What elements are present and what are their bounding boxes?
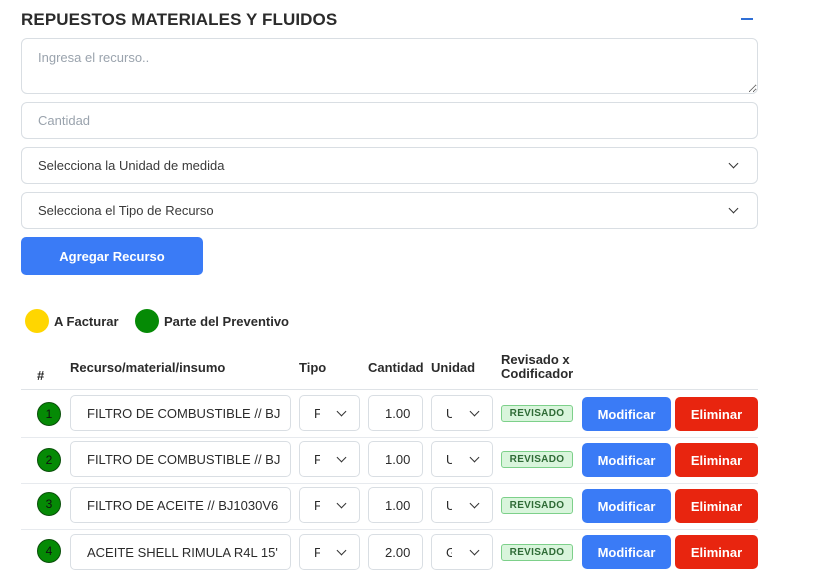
status-badge: REVISADO xyxy=(501,544,573,561)
type-value: F xyxy=(314,406,320,421)
table-row: 3 FILTRO DE ACEITE // BJ1030V6 F 1.00 U … xyxy=(0,482,813,528)
row-number-badge: 1 xyxy=(37,402,61,426)
table-header-reviewed-line1: Revisado x xyxy=(501,352,570,367)
chevron-down-icon xyxy=(728,203,739,214)
row-number-badge: 2 xyxy=(37,448,61,472)
table-header-resource: Recurso/material/insumo xyxy=(70,360,226,375)
add-resource-button[interactable]: Agregar Recurso xyxy=(21,237,203,275)
chevron-down-icon xyxy=(728,158,739,169)
table-header-num: # xyxy=(37,368,45,383)
table-header-reviewed: Revisado x Codificador xyxy=(501,353,573,381)
legend-to-invoice: A Facturar xyxy=(25,309,119,333)
unit-value: U xyxy=(446,498,452,513)
table-header-type: Tipo xyxy=(299,360,327,375)
resource-field[interactable]: FILTRO DE COMBUSTIBLE // BJ xyxy=(70,395,291,431)
chevron-down-icon xyxy=(336,406,347,416)
modify-button[interactable]: Modificar xyxy=(582,443,671,477)
delete-button[interactable]: Eliminar xyxy=(675,443,758,477)
green-dot-icon xyxy=(135,309,159,333)
status-badge: REVISADO xyxy=(501,451,573,468)
status-badge: REVISADO xyxy=(501,405,573,422)
chevron-down-icon xyxy=(469,498,480,508)
chevron-down-icon xyxy=(336,545,347,555)
type-select[interactable]: F xyxy=(299,441,360,477)
chevron-down-icon xyxy=(336,498,347,508)
unit-select[interactable]: U xyxy=(431,487,493,523)
table-header-unit: Unidad xyxy=(431,360,476,375)
modify-button[interactable]: Modificar xyxy=(582,535,671,569)
chevron-down-icon xyxy=(469,452,480,462)
legend-label: A Facturar xyxy=(54,313,119,329)
resource-field[interactable]: ACEITE SHELL RIMULA R4L 15' xyxy=(70,534,291,570)
chevron-down-icon xyxy=(469,545,480,555)
quantity-field[interactable]: 1.00 xyxy=(368,441,423,477)
type-select[interactable]: Selecciona el Tipo de Recurso xyxy=(21,192,758,229)
unit-select[interactable]: U xyxy=(431,395,493,431)
chevron-down-icon xyxy=(336,452,347,462)
unit-select-value: Selecciona la Unidad de medida xyxy=(38,158,225,173)
row-number-badge: 3 xyxy=(37,492,61,516)
delete-button[interactable]: Eliminar xyxy=(675,535,758,569)
modify-button[interactable]: Modificar xyxy=(582,489,671,523)
type-select-value: Selecciona el Tipo de Recurso xyxy=(38,203,214,218)
status-badge: REVISADO xyxy=(501,497,573,514)
unit-select[interactable]: Selecciona la Unidad de medida xyxy=(21,147,758,184)
delete-button[interactable]: Eliminar xyxy=(675,489,758,523)
type-select[interactable]: F xyxy=(299,534,360,570)
type-select[interactable]: F xyxy=(299,487,360,523)
table-header-quantity: Cantidad xyxy=(368,360,424,375)
unit-value: G xyxy=(446,545,452,560)
resource-field[interactable]: FILTRO DE COMBUSTIBLE // BJ xyxy=(70,441,291,477)
legend-preventive: Parte del Preventivo xyxy=(135,309,289,333)
modify-button[interactable]: Modificar xyxy=(582,397,671,431)
unit-select[interactable]: G xyxy=(431,534,493,570)
type-select[interactable]: F xyxy=(299,395,360,431)
unit-select[interactable]: U xyxy=(431,441,493,477)
unit-value: U xyxy=(446,406,452,421)
type-value: F xyxy=(314,498,320,513)
resource-field[interactable]: FILTRO DE ACEITE // BJ1030V6 xyxy=(70,487,291,523)
quantity-field[interactable]: 2.00 xyxy=(368,534,423,570)
table-header-reviewed-line2: Codificador xyxy=(501,366,574,381)
minus-icon[interactable] xyxy=(741,18,753,20)
yellow-dot-icon xyxy=(25,309,49,333)
unit-value: U xyxy=(446,452,452,467)
type-value: F xyxy=(314,452,320,467)
resource-input[interactable] xyxy=(21,38,758,94)
section-title: REPUESTOS MATERIALES Y FLUIDOS xyxy=(21,10,338,29)
type-value: F xyxy=(314,545,320,560)
quantity-field[interactable]: 1.00 xyxy=(368,487,423,523)
legend-label: Parte del Preventivo xyxy=(164,313,289,329)
delete-button[interactable]: Eliminar xyxy=(675,397,758,431)
table-row: 1 FILTRO DE COMBUSTIBLE // BJ F 1.00 U R… xyxy=(0,390,813,436)
row-number-badge: 4 xyxy=(37,539,61,563)
quantity-input[interactable] xyxy=(21,102,758,139)
quantity-field[interactable]: 1.00 xyxy=(368,395,423,431)
table-row: 4 ACEITE SHELL RIMULA R4L 15' F 2.00 G R… xyxy=(0,528,813,574)
chevron-down-icon xyxy=(469,406,480,416)
table-row: 2 FILTRO DE COMBUSTIBLE // BJ F 1.00 U R… xyxy=(0,436,813,482)
